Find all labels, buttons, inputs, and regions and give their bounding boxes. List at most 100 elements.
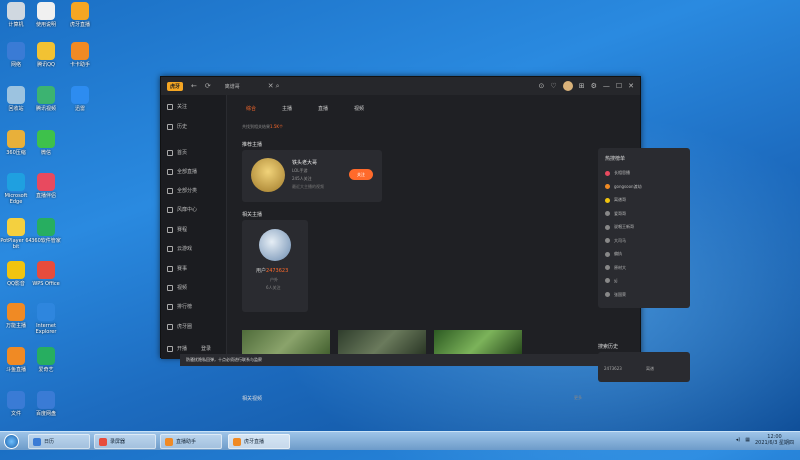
sidebar-item[interactable]: 视频 — [167, 284, 187, 291]
hot-search-label: 爱哥哥 — [614, 210, 626, 216]
desktop-icon-label: 斗鱼直播 — [5, 367, 26, 373]
hot-search-label: gongsoon渡劫 — [614, 183, 642, 189]
related-followers: 6人关注 — [266, 285, 281, 290]
desktop-icon[interactable]: WPS Office — [30, 261, 62, 287]
desktop-icon-label: PotPlayer 64 bit — [0, 238, 32, 250]
minimize-icon[interactable]: — — [603, 82, 610, 90]
desktop-icon[interactable]: 虎牙直播 — [64, 2, 96, 28]
hot-search-item[interactable]: 张国荣 — [605, 292, 626, 298]
taskbar-item[interactable]: 直播助手 — [160, 434, 222, 449]
sidebar-icon — [167, 123, 173, 130]
settings-icon[interactable]: ⚙ — [591, 82, 597, 90]
tab-live[interactable]: 直播 — [318, 105, 328, 114]
search-query[interactable]: 离谱哥 — [225, 83, 240, 90]
sidebar-item[interactable]: 云游戏 — [167, 245, 192, 252]
desktop-icon[interactable]: 腾讯视频 — [30, 86, 62, 112]
notification-strip: 防骚扰隐私回弹，十点必须进行联系与监察 — [180, 354, 620, 366]
search-icon[interactable]: ⌕ — [276, 82, 280, 91]
sidebar-item[interactable]: 全部直播 — [167, 168, 197, 175]
volume-icon[interactable]: ◂) — [736, 437, 740, 443]
streamer-card[interactable]: 铁头老大哥 LOL手游 245人关注 最近大主播的视频 关注 — [242, 150, 382, 202]
sidebar-item[interactable]: 历史 — [167, 123, 187, 130]
hot-search-item[interactable]: yj — [605, 278, 617, 283]
taskbar-item-label: 虎牙直播 — [244, 439, 265, 445]
desktop-icon[interactable]: 360压缩 — [0, 130, 32, 156]
hot-search-label: 长相思播 — [614, 170, 630, 175]
desktop-icon[interactable]: 网络 — [0, 42, 32, 68]
sidebar-item[interactable]: 首页 — [167, 149, 187, 156]
sidebar-item-label: 风靡中心 — [177, 207, 198, 213]
sidebar-item[interactable]: 赛程 — [167, 226, 187, 233]
history-item[interactable]: 离谱 — [646, 366, 654, 372]
hot-search-item[interactable]: 偏执 — [605, 251, 622, 257]
sidebar-item[interactable]: 全部分类 — [167, 187, 197, 194]
hot-search-item[interactable]: 长相思播 — [605, 170, 630, 176]
taskbar-item[interactable]: 录屏器 — [94, 434, 156, 449]
app-icon — [71, 42, 89, 60]
huya-logo[interactable]: 虎牙 — [167, 81, 183, 91]
network-icon[interactable]: ▦ — [745, 437, 750, 443]
maximize-icon[interactable]: ☐ — [616, 82, 622, 90]
close-icon[interactable]: ✕ — [628, 82, 634, 90]
desktop-icon-label: Microsoft Edge — [4, 193, 28, 205]
hot-search-label: 说唱王新哥 — [614, 224, 634, 229]
hot-search-item[interactable]: gongsoon渡劫 — [605, 184, 642, 190]
hot-search-item[interactable]: 爱哥哥 — [605, 211, 626, 217]
sidebar-item[interactable]: 排行榜 — [167, 303, 192, 310]
desktop-icon[interactable]: PotPlayer 64 bit — [0, 218, 32, 250]
hot-search-item[interactable]: 大司马 — [605, 238, 626, 244]
app-icon — [7, 347, 25, 365]
grid-icon[interactable]: ⊞ — [579, 82, 585, 90]
login-button[interactable]: 登录 — [201, 345, 211, 352]
app-icon — [37, 2, 55, 20]
desktop-icon[interactable]: 卡卡助手 — [64, 42, 96, 68]
desktop-icon[interactable]: 爱奇艺 — [30, 347, 62, 373]
desktop-icon[interactable]: 使用说明 — [30, 2, 62, 28]
desktop-icon[interactable]: 文件 — [0, 391, 32, 417]
follow-button[interactable]: 关注 — [349, 169, 373, 180]
user-avatar[interactable] — [562, 81, 573, 91]
start-button[interactable] — [4, 434, 19, 449]
history-item[interactable]: 2473623 — [604, 366, 622, 371]
tab-all[interactable]: 综合 — [246, 105, 256, 114]
refresh-icon[interactable]: ⟳ — [205, 82, 211, 90]
desktop-icon[interactable]: 迅雷 — [64, 86, 96, 112]
streamer-avatar[interactable] — [251, 158, 285, 192]
sidebar-item[interactable]: 关注 — [167, 103, 187, 110]
taskbar-app-icon — [33, 437, 41, 446]
desktop-icon[interactable]: 直播伴侣 — [30, 173, 62, 199]
live-button[interactable]: 开播 — [167, 345, 187, 352]
desktop-icon-label: 腾讯QQ — [37, 62, 55, 68]
hot-search-item[interactable]: 原材大 — [605, 265, 626, 271]
sidebar-item[interactable]: 风靡中心 — [167, 206, 197, 213]
taskbar-item[interactable]: 日历 — [28, 434, 90, 449]
clock[interactable]: 12:00 2021/6/3 星期四 — [755, 434, 794, 446]
desktop-icon[interactable]: Microsoft Edge — [0, 173, 32, 205]
sidebar-item[interactable]: 虎牙圈 — [167, 323, 192, 330]
desktop-icon[interactable]: 腾讯QQ — [30, 42, 62, 68]
close-search-icon[interactable]: ✕ — [268, 82, 274, 90]
hot-search-item[interactable]: 离谱哥 — [605, 197, 626, 203]
title-bar: 虎牙 ← ⟳ 离谱哥 ✕ ⌕ ⊙ ♡ ⊞ ⚙ — ☐ ✕ — [161, 77, 640, 95]
desktop-icon[interactable]: 计算机 — [0, 2, 32, 28]
desktop-icon[interactable]: 斗鱼直播 — [0, 347, 32, 373]
related-avatar[interactable] — [259, 229, 291, 261]
desktop-icon[interactable]: Internet Explorer — [30, 303, 62, 335]
favorite-icon[interactable]: ♡ — [550, 82, 556, 90]
back-icon[interactable]: ← — [191, 82, 197, 90]
desktop-icon[interactable]: 360软件管家 — [30, 218, 62, 244]
sidebar-item[interactable]: 赛事 — [167, 265, 187, 272]
desktop-icon[interactable]: QQ影音 — [0, 261, 32, 287]
history-icon[interactable]: ⊙ — [539, 82, 545, 90]
tab-streamers[interactable]: 主播 — [282, 105, 292, 114]
app-icon — [37, 86, 55, 104]
desktop-icon[interactable]: 万能主播 — [0, 303, 32, 329]
more-link[interactable]: 更多 — [574, 395, 582, 401]
desktop-icon[interactable]: 百度网盘 — [30, 391, 62, 417]
desktop-icon[interactable]: 微信 — [30, 130, 62, 156]
taskbar-item[interactable]: 虎牙直播 — [228, 434, 290, 449]
related-streamer-card[interactable]: 用户2473623 户外 6人关注 — [242, 220, 308, 312]
tab-videos[interactable]: 视频 — [354, 105, 364, 114]
hot-search-item[interactable]: 说唱王新哥 — [605, 224, 634, 230]
desktop-icon[interactable]: 回收站 — [0, 86, 32, 112]
